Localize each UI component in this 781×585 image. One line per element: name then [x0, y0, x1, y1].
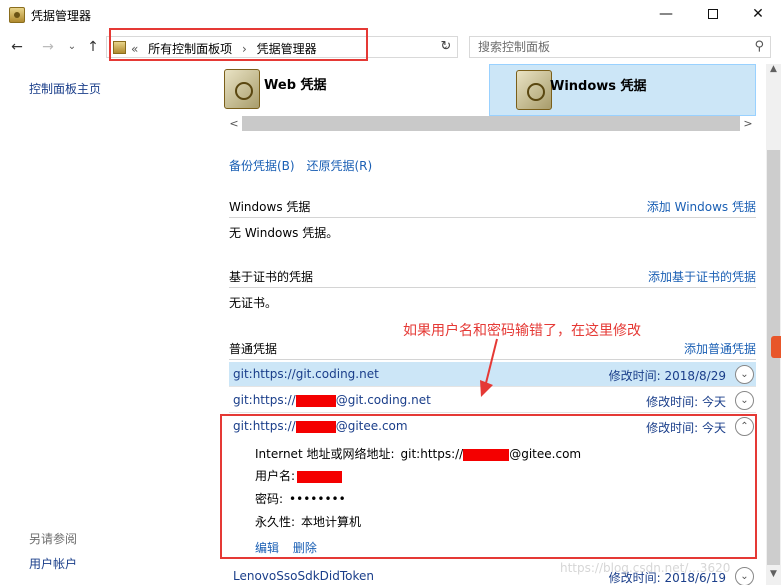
search-input[interactable]	[470, 37, 740, 57]
credential-modified: 修改时间: 今天	[646, 395, 726, 409]
credential-name: git:https:// @git.coding.net	[233, 393, 431, 407]
section-title: 普通凭据	[229, 342, 278, 356]
credential-type-tabs: Web 凭据 Windows 凭据	[220, 64, 766, 116]
windows-credentials-section: Windows 凭据 添加 Windows 凭据 无 Windows 凭据。	[229, 194, 756, 244]
up-button[interactable]: ↑	[84, 38, 102, 56]
tab-windows-label: Windows 凭据	[550, 79, 647, 94]
tab-web-label: Web 凭据	[264, 78, 327, 93]
watermark: https://blog.csdn.net/...3620	[560, 561, 731, 575]
title-bar: 凭据管理器 — ✕	[0, 0, 781, 30]
section-title: Windows 凭据	[229, 200, 311, 214]
maximize-button[interactable]	[690, 0, 736, 30]
search-box[interactable]: ⚲	[469, 36, 771, 58]
scroll-down-icon[interactable]: ▼	[766, 569, 781, 584]
vertical-scrollbar[interactable]: ▲ ▼	[766, 64, 781, 585]
expand-chevron-icon[interactable]: ⌄	[735, 391, 754, 410]
close-button[interactable]: ✕	[735, 0, 781, 30]
add-generic-credential-link[interactable]: 添加普通凭据	[684, 340, 756, 357]
refresh-button[interactable]: ↻	[438, 39, 454, 55]
section-header: 基于证书的凭据 添加基于证书的凭据	[229, 264, 756, 288]
scroll-left-icon[interactable]: <	[226, 115, 242, 132]
credential-name-prefix: git:https://	[233, 393, 296, 407]
certificate-credentials-section: 基于证书的凭据 添加基于证书的凭据 无证书。	[229, 264, 756, 314]
web-vault-icon	[224, 69, 260, 109]
section-header: Windows 凭据 添加 Windows 凭据	[229, 194, 756, 218]
section-body: 无 Windows 凭据。	[229, 218, 756, 244]
highlight-box-address	[109, 28, 368, 61]
add-certificate-credential-link[interactable]: 添加基于证书的凭据	[648, 268, 756, 285]
recent-locations-button[interactable]: ⌄	[63, 38, 81, 56]
user-accounts-link[interactable]: 用户帐户	[29, 555, 77, 572]
horizontal-scrollbar[interactable]: < >	[226, 115, 756, 132]
backup-credentials-link[interactable]: 备份凭据(B)	[229, 159, 295, 173]
redacted-username	[295, 394, 336, 407]
search-icon[interactable]: ⚲	[754, 39, 764, 54]
horizontal-scroll-thumb[interactable]	[242, 116, 740, 131]
forward-button[interactable]: →	[39, 38, 57, 56]
minimize-button[interactable]: —	[643, 0, 689, 30]
see-also-heading: 另请参阅	[29, 532, 78, 546]
control-panel-home-link[interactable]: 控制面板主页	[29, 80, 101, 97]
tab-windows-credentials[interactable]: Windows 凭据	[489, 64, 756, 116]
back-button[interactable]: ←	[8, 38, 26, 56]
empty-message: 无 Windows 凭据。	[229, 226, 339, 240]
expand-chevron-icon[interactable]: ⌄	[735, 365, 754, 384]
credential-name: LenovoSsoSdkDidToken	[233, 569, 374, 583]
annotation-arrow-icon	[480, 338, 498, 397]
credential-manager-icon	[9, 7, 25, 23]
credential-modified: 修改时间: 2018/8/29	[608, 369, 726, 383]
annotation-text: 如果用户名和密码输错了，在这里修改	[403, 323, 641, 339]
section-title: 基于证书的凭据	[229, 270, 314, 284]
backup-restore-links: 备份凭据(B) 还原凭据(R)	[229, 157, 380, 174]
window-title: 凭据管理器	[31, 9, 92, 23]
side-widget-icon[interactable]	[771, 336, 781, 358]
tab-web-credentials[interactable]: Web 凭据	[220, 64, 485, 116]
empty-message: 无证书。	[229, 296, 278, 310]
maximize-icon	[708, 9, 718, 19]
credential-name-suffix: @git.coding.net	[335, 393, 431, 407]
highlight-box-credential	[220, 414, 757, 559]
restore-credentials-link[interactable]: 还原凭据(R)	[306, 159, 372, 173]
section-body: 无证书。	[229, 288, 756, 314]
expand-chevron-icon[interactable]: ⌄	[735, 567, 754, 585]
credential-name: git:https://git.coding.net	[233, 367, 379, 381]
left-pane: 控制面板主页 另请参阅 用户帐户	[0, 64, 220, 585]
add-windows-credential-link[interactable]: 添加 Windows 凭据	[647, 198, 756, 215]
scroll-right-icon[interactable]: >	[740, 115, 756, 132]
scroll-up-icon[interactable]: ▲	[766, 64, 781, 79]
windows-vault-icon	[516, 70, 552, 110]
